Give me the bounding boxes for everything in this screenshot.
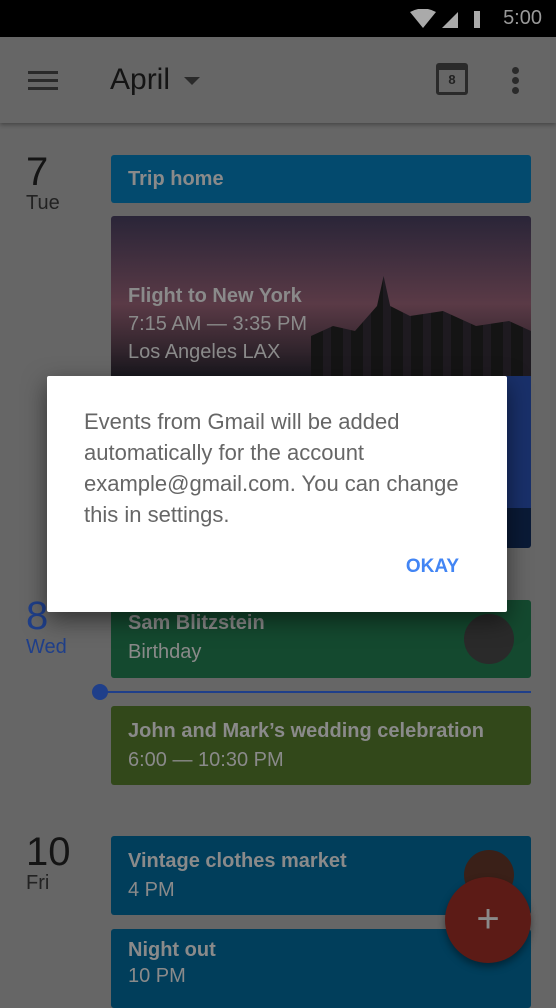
dropdown-caret-icon[interactable] (184, 77, 200, 85)
event-title: Vintage clothes market (128, 850, 347, 872)
event-trip-home[interactable]: Trip home (111, 155, 531, 203)
day-weekday: Wed (26, 636, 67, 658)
gmail-events-dialog: Events from Gmail will be added automati… (47, 376, 507, 612)
month-title[interactable]: April (110, 63, 170, 97)
dialog-message: Events from Gmail will be added automati… (84, 409, 459, 527)
event-subtitle: Birthday (128, 641, 202, 663)
day-10: 10 Fri (26, 832, 71, 895)
status-time: 5:00 (503, 7, 542, 29)
event-title: Flight to New York (128, 285, 302, 307)
event-title: Sam Blitzstein (128, 612, 265, 634)
today-calendar-icon[interactable]: 8 (436, 63, 468, 95)
avatar (464, 614, 514, 664)
day-7: 7 Tue (26, 152, 60, 215)
more-options-icon[interactable] (512, 67, 520, 97)
event-time: 10 PM (128, 965, 186, 987)
current-time-indicator (92, 684, 531, 700)
event-location: Los Angeles LAX (128, 341, 281, 363)
event-title: Trip home (128, 168, 224, 190)
event-time: 7:15 AM — 3:35 PM (128, 313, 307, 335)
menu-icon[interactable] (28, 71, 58, 91)
event-title: John and Mark’s wedding celebration (128, 720, 484, 742)
event-flight[interactable]: Flight to New York 7:15 AM — 3:35 PM Los… (111, 216, 531, 376)
app-bar: April 8 (0, 37, 556, 123)
wifi-signal-battery-icons (410, 9, 480, 28)
event-wedding[interactable]: John and Mark’s wedding celebration 6:00… (111, 706, 531, 785)
day-number: 7 (26, 150, 49, 194)
day-weekday: Fri (26, 872, 50, 894)
status-bar: 5:00 (0, 0, 556, 37)
day-weekday: Tue (26, 192, 60, 214)
okay-button[interactable]: OKAY (406, 556, 459, 578)
add-event-button[interactable]: + (445, 877, 531, 963)
day-number: 10 (26, 830, 71, 874)
event-time: 6:00 — 10:30 PM (128, 749, 284, 771)
